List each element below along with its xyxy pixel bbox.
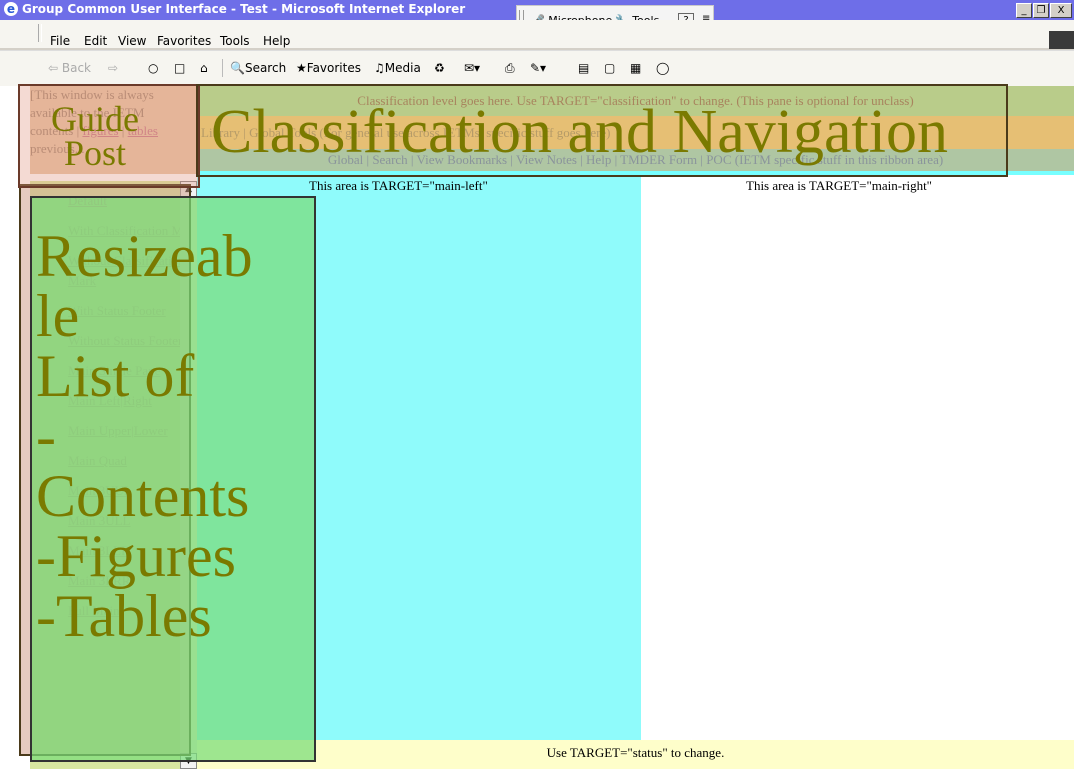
restore-button[interactable]: ❐ xyxy=(1033,3,1049,18)
menu-tools[interactable]: Tools xyxy=(220,34,250,48)
forward-button[interactable]: ⇨ xyxy=(108,61,118,75)
minimize-button[interactable]: _ xyxy=(1016,3,1032,18)
mail-icon[interactable]: ✉▾ xyxy=(464,61,480,75)
search-button[interactable]: 🔍Search xyxy=(230,61,286,75)
status-pane: Use TARGET="status" to change. xyxy=(197,740,1074,769)
media-label: Media xyxy=(384,61,421,75)
menu-file[interactable]: File xyxy=(50,34,70,48)
ie-logo-icon: e xyxy=(4,2,18,16)
refresh-icon[interactable]: □ xyxy=(174,61,185,75)
media-button[interactable]: ♫Media xyxy=(374,61,421,75)
callout-text: Guide Post xyxy=(51,99,139,173)
menu-help[interactable]: Help xyxy=(263,34,290,48)
favorites-icon: ★ xyxy=(296,61,307,75)
main-right-pane: This area is TARGET="main-right" xyxy=(641,175,1074,740)
messenger-icon[interactable]: ▢ xyxy=(604,61,615,75)
stop-icon[interactable]: ○ xyxy=(148,61,158,75)
favorites-label: Favorites xyxy=(306,61,361,75)
research-icon[interactable]: ▦ xyxy=(630,61,641,75)
home-icon[interactable]: ⌂ xyxy=(200,61,208,75)
back-button[interactable]: ⇦ Back xyxy=(48,61,91,75)
callout-text: Resizeab le List of - Contents -Figures … xyxy=(36,223,253,649)
windows-logo-icon xyxy=(1049,31,1074,49)
media-icon: ♫ xyxy=(374,61,385,75)
print-icon[interactable]: ⎙ xyxy=(505,61,515,76)
menu-view[interactable]: View xyxy=(118,34,146,48)
classification-navigation-callout: Classification and Navigation xyxy=(211,98,948,166)
resizeable-list-callout: Resizeab le List of - Contents -Figures … xyxy=(36,226,253,646)
toolbar: ⇦ Back ⇨ ○ □ ⌂ 🔍Search ★Favorites ♫Media… xyxy=(0,50,1074,86)
close-button[interactable]: X xyxy=(1050,3,1072,18)
menu-separator xyxy=(38,24,42,42)
menu-favorites[interactable]: Favorites xyxy=(157,34,211,48)
favorites-button[interactable]: ★Favorites xyxy=(296,61,361,75)
menu-bar: File Edit View Favorites Tools Help xyxy=(0,20,1074,48)
guide-post-callout: Guide Post xyxy=(40,99,150,173)
window-title: Group Common User Interface - Test - Mic… xyxy=(22,2,466,16)
search-icon: 🔍 xyxy=(230,61,245,75)
toolbar-separator xyxy=(222,59,223,77)
main-left-label: This area is TARGET="main-left" xyxy=(309,178,488,193)
history-icon[interactable]: ♻ xyxy=(434,61,445,75)
menu-edit[interactable]: Edit xyxy=(84,34,107,48)
discuss-icon[interactable]: ▤ xyxy=(578,61,589,75)
chat-icon[interactable]: ◯ xyxy=(656,61,669,75)
main-right-label: This area is TARGET="main-right" xyxy=(746,178,932,193)
search-label: Search xyxy=(244,61,287,75)
edit-icon[interactable]: ✎▾ xyxy=(530,61,546,75)
